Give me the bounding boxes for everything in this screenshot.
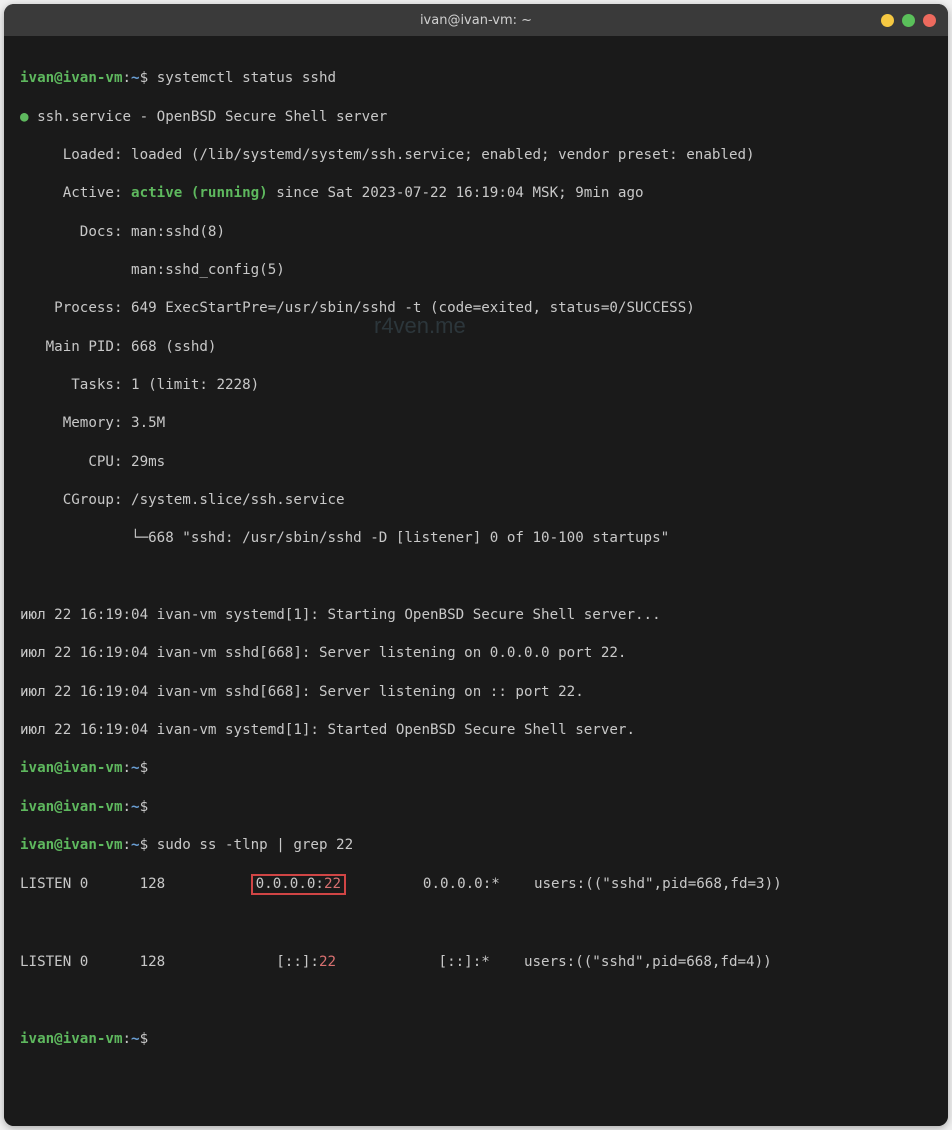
prompt-line-2: ivan@ivan-vm:~$ xyxy=(20,759,932,778)
prompt-symbol: $ xyxy=(140,70,149,86)
window-controls xyxy=(881,14,936,27)
maximize-button[interactable] xyxy=(902,14,915,27)
prompt-user: ivan@ivan-vm xyxy=(20,799,123,815)
status-bullet-icon: ● xyxy=(20,109,29,125)
active-label: Active: xyxy=(20,185,131,201)
prompt-line-1: ivan@ivan-vm:~$ systemctl status sshd xyxy=(20,69,932,88)
prompt-line-5: ivan@ivan-vm:~$ xyxy=(20,1030,932,1049)
cgroup-line-2: └─668 "sshd: /usr/sbin/sshd -D [listener… xyxy=(20,529,932,548)
prompt-user: ivan@ivan-vm xyxy=(20,760,123,776)
prompt-line-3: ivan@ivan-vm:~$ xyxy=(20,798,932,817)
prompt-path: ~ xyxy=(131,837,140,853)
prompt-user: ivan@ivan-vm xyxy=(20,837,123,853)
prompt-symbol: $ xyxy=(140,760,149,776)
ss-row1-ip: 0.0.0.0: xyxy=(256,876,324,892)
ss-row2-suffix: [::]:* users:(("sshd",pid=668,fd=4)) xyxy=(336,954,772,970)
active-status: active (running) xyxy=(131,185,268,201)
prompt-user: ivan@ivan-vm xyxy=(20,70,123,86)
ss-row1-prefix: LISTEN 0 128 xyxy=(20,876,251,892)
cpu-line: CPU: 29ms xyxy=(20,453,932,472)
prompt-path: ~ xyxy=(131,799,140,815)
docs-line-2: man:sshd_config(5) xyxy=(20,261,932,280)
loaded-line: Loaded: loaded (/lib/systemd/system/ssh.… xyxy=(20,146,932,165)
log-line-4: июл 22 16:19:04 ivan-vm systemd[1]: Star… xyxy=(20,721,932,740)
active-line: Active: active (running) since Sat 2023-… xyxy=(20,184,932,203)
ss-row2-prefix: LISTEN 0 128 xyxy=(20,954,276,970)
prompt-path: ~ xyxy=(131,1031,140,1047)
prompt-line-4: ivan@ivan-vm:~$ sudo ss -tlnp | grep 22 xyxy=(20,836,932,855)
prompt-symbol: $ xyxy=(140,837,149,853)
close-button[interactable] xyxy=(923,14,936,27)
terminal-body[interactable]: ivan@ivan-vm:~$ systemctl status sshd ● … xyxy=(4,36,948,1126)
log-line-1: июл 22 16:19:04 ivan-vm systemd[1]: Star… xyxy=(20,606,932,625)
mainpid-line: Main PID: 668 (sshd) xyxy=(20,338,932,357)
prompt-sep: : xyxy=(123,837,132,853)
service-name: ssh.service - OpenBSD Secure Shell serve… xyxy=(29,109,388,125)
minimize-button[interactable] xyxy=(881,14,894,27)
tasks-line: Tasks: 1 (limit: 2228) xyxy=(20,376,932,395)
process-line: Process: 649 ExecStartPre=/usr/sbin/sshd… xyxy=(20,299,932,318)
ss-row2-ip: [::]: xyxy=(276,954,319,970)
prompt-sep: : xyxy=(123,760,132,776)
active-since: since Sat 2023-07-22 16:19:04 MSK; 9min … xyxy=(268,185,644,201)
ss-row1-port: 22 xyxy=(324,876,341,892)
ss-row-1: LISTEN 0 128 0.0.0.0:22 0.0.0.0:* users:… xyxy=(20,874,932,895)
prompt-path: ~ xyxy=(131,760,140,776)
cgroup-line-1: CGroup: /system.slice/ssh.service xyxy=(20,491,932,510)
terminal-window: ivan@ivan-vm: ~ ivan@ivan-vm:~$ systemct… xyxy=(4,4,948,1126)
ss-row1-suffix: 0.0.0.0:* users:(("sshd",pid=668,fd=3)) xyxy=(346,876,782,892)
blank-line xyxy=(20,991,932,1010)
titlebar[interactable]: ivan@ivan-vm: ~ xyxy=(4,4,948,36)
prompt-symbol: $ xyxy=(140,799,149,815)
prompt-path: ~ xyxy=(131,70,140,86)
ss-row-2: LISTEN 0 128 [::]:22 [::]:* users:(("ssh… xyxy=(20,953,932,972)
window-title: ivan@ivan-vm: ~ xyxy=(420,13,532,28)
prompt-sep: : xyxy=(123,70,132,86)
blank-line xyxy=(20,915,932,934)
docs-line-1: Docs: man:sshd(8) xyxy=(20,223,932,242)
prompt-sep: : xyxy=(123,1031,132,1047)
prompt-user: ivan@ivan-vm xyxy=(20,1031,123,1047)
log-line-2: июл 22 16:19:04 ivan-vm sshd[668]: Serve… xyxy=(20,644,932,663)
blank-line xyxy=(20,568,932,587)
highlighted-address-box: 0.0.0.0:22 xyxy=(251,874,346,895)
prompt-sep: : xyxy=(123,799,132,815)
service-header: ● ssh.service - OpenBSD Secure Shell ser… xyxy=(20,108,932,127)
prompt-symbol: $ xyxy=(140,1031,149,1047)
ss-row2-port: 22 xyxy=(319,954,336,970)
memory-line: Memory: 3.5M xyxy=(20,414,932,433)
log-line-3: июл 22 16:19:04 ivan-vm sshd[668]: Serve… xyxy=(20,683,932,702)
command-text: sudo ss -tlnp | grep 22 xyxy=(157,837,353,853)
command-text: systemctl status sshd xyxy=(157,70,336,86)
